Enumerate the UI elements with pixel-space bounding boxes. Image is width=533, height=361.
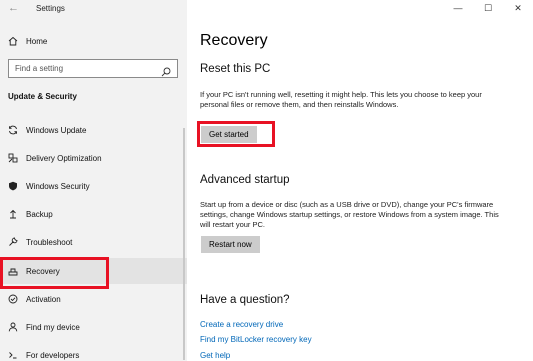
search-input[interactable]: [15, 64, 155, 73]
reset-description: If your PC isn't running well, resetting…: [200, 90, 482, 109]
sidebar-item-label: Windows Security: [26, 181, 90, 191]
sidebar-scrollbar[interactable]: [183, 128, 185, 360]
sidebar-item-label: Recovery: [26, 266, 60, 276]
reset-heading: Reset this PC: [200, 63, 271, 75]
home-icon: [8, 36, 18, 46]
find-bitlocker-key-link[interactable]: Find my BitLocker recovery key: [200, 335, 312, 344]
minimize-button[interactable]: —: [443, 0, 473, 16]
sidebar-item-label: Activation: [26, 294, 61, 304]
sidebar-item-for-developers[interactable]: For developers: [0, 342, 187, 361]
sidebar-item-label: Home: [26, 36, 48, 46]
search-icon[interactable]: [161, 64, 171, 77]
backup-icon: [8, 209, 18, 219]
sync-icon: [8, 125, 18, 135]
advanced-startup-heading: Advanced startup: [200, 174, 290, 186]
sidebar-item-home[interactable]: Home: [0, 28, 187, 54]
window-controls: — ☐ ✕: [443, 0, 533, 18]
sidebar-item-windows-update[interactable]: Windows Update: [0, 117, 187, 143]
sidebar: ← Settings Home Update & Security Window…: [0, 0, 187, 361]
title-bar: ← Settings: [0, 0, 187, 18]
sidebar-item-windows-security[interactable]: Windows Security: [0, 173, 187, 199]
restart-now-button[interactable]: Restart now: [201, 236, 260, 253]
sidebar-item-recovery[interactable]: Recovery: [0, 258, 187, 284]
create-recovery-drive-link[interactable]: Create a recovery drive: [200, 320, 283, 329]
sidebar-item-find-my-device[interactable]: Find my device: [0, 314, 187, 340]
shield-icon: [8, 181, 18, 191]
get-started-button[interactable]: Get started: [201, 126, 257, 143]
recovery-icon: [8, 266, 18, 276]
get-help-link[interactable]: Get help: [200, 351, 230, 360]
question-heading: Have a question?: [200, 294, 290, 306]
sidebar-item-label: For developers: [26, 350, 80, 360]
sidebar-item-label: Windows Update: [26, 125, 87, 135]
wrench-icon: [8, 237, 18, 247]
sidebar-item-label: Troubleshoot: [26, 237, 73, 247]
person-icon: [8, 322, 18, 332]
search-box: [8, 59, 178, 78]
section-heading: Update & Security: [8, 92, 77, 101]
sidebar-item-label: Backup: [26, 209, 53, 219]
sidebar-item-delivery-optimization[interactable]: Delivery Optimization: [0, 145, 187, 171]
sidebar-item-label: Find my device: [26, 322, 80, 332]
sidebar-item-activation[interactable]: Activation: [0, 286, 187, 312]
sidebar-item-label: Delivery Optimization: [26, 153, 102, 163]
main-content: — ☐ ✕ Recovery Reset this PC If your PC …: [187, 0, 533, 361]
advanced-startup-description: Start up from a device or disc (such as …: [200, 200, 499, 229]
sidebar-item-backup[interactable]: Backup: [0, 201, 187, 227]
sidebar-item-troubleshoot[interactable]: Troubleshoot: [0, 229, 187, 255]
app-title: Settings: [36, 4, 65, 13]
maximize-button[interactable]: ☐: [473, 0, 503, 16]
developer-icon: [8, 350, 18, 360]
settings-window: ← Settings Home Update & Security Window…: [0, 0, 533, 361]
delivery-icon: [8, 153, 18, 163]
activation-icon: [8, 294, 18, 304]
close-button[interactable]: ✕: [503, 0, 533, 16]
page-title: Recovery: [200, 32, 268, 49]
back-arrow-icon[interactable]: ←: [8, 2, 20, 14]
